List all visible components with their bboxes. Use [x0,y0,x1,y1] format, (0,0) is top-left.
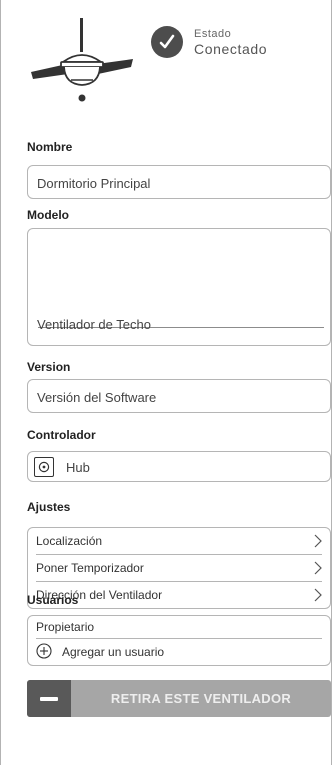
controller-value: Hub [66,460,90,475]
name-value: Dormitorio Principal [37,176,151,191]
version-heading: Version [27,360,71,374]
model-value: Ventilador de Techo [37,317,151,332]
remove-fan-button[interactable]: RETIRA ESTE VENTILADOR [27,680,331,717]
users-heading: Usuarios [27,593,79,607]
remove-fan-label: RETIRA ESTE VENTILADOR [110,691,292,706]
settings-item-label: Localización [36,534,103,548]
status-label: Estado [194,28,232,40]
model-heading: Modelo [27,208,69,222]
plus-circle-icon [36,643,52,659]
chevron-right-icon [314,588,322,602]
add-user-label: Agregar un usuario [62,645,165,659]
check-icon [151,26,183,58]
chevron-right-icon [314,561,322,575]
version-field[interactable]: Versión del Software [27,379,331,413]
name-heading: Nombre [27,140,73,154]
ceiling-fan-icon [31,18,133,102]
settings-item-location[interactable]: Localización [28,528,330,555]
status-value: Conectado [194,41,268,57]
settings-heading: Ajustes [27,500,71,514]
settings-item-label: Poner Temporizador [36,561,144,575]
user-owner[interactable]: Propietario [36,620,94,634]
minus-icon [27,680,71,717]
add-user-button[interactable]: Agregar un usuario [28,639,330,666]
controller-field[interactable]: Hub [27,451,331,482]
settings-item-timer[interactable]: Poner Temporizador [28,555,330,582]
version-value: Versión del Software [37,390,157,405]
name-field[interactable]: Dormitorio Principal [27,165,331,199]
controller-heading: Controlador [27,428,96,442]
device-settings-page: Estado Conectado Nombre Dormitorio Princ… [0,0,332,765]
users-list: Propietario Agregar un usuario [27,615,331,666]
connection-status: Estado Conectado [151,26,311,60]
hub-icon [34,457,54,477]
chevron-right-icon [314,534,322,548]
model-field[interactable]: Ventilador de Techo [27,228,331,346]
